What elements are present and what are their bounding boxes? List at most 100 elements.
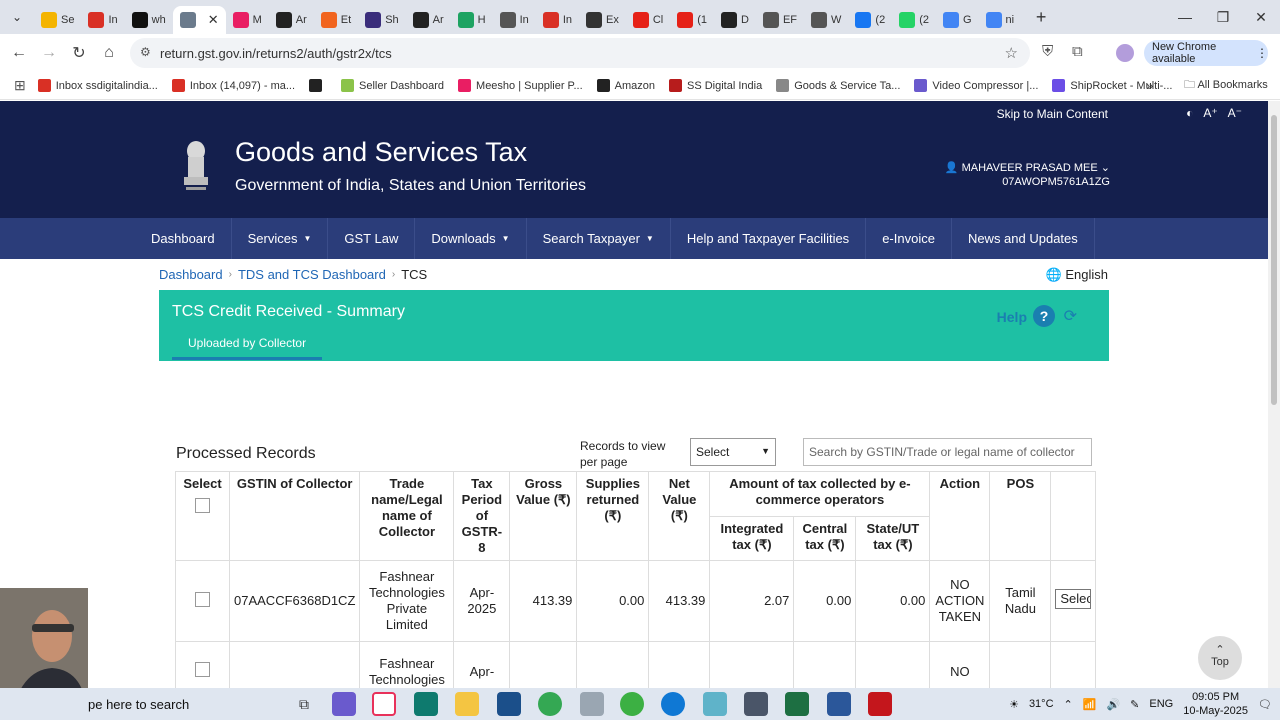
browser-tab[interactable]: Ar [406,6,451,34]
browser-tab[interactable]: (1 [670,6,714,34]
browser-tab[interactable]: H [451,6,493,34]
browser-tab[interactable]: wh [125,6,173,34]
bookmark-item[interactable]: Inbox (14,097) - ma... [171,79,295,92]
volume-icon[interactable]: 🔊 [1106,698,1120,711]
browser-tab[interactable]: ✕ [172,6,226,34]
user-menu[interactable]: 👤 MAHAVEER PRASAD MEE ⌄ 07AWOPM5761A1ZG [920,161,1110,189]
browser-tab[interactable]: Se [34,6,81,34]
app-icon-blue[interactable] [497,692,521,716]
font-increase-button[interactable]: A⁺ [1203,106,1217,120]
reload-button[interactable]: ↻ [64,38,94,68]
bookmark-item[interactable]: Amazon [596,79,655,92]
bookmark-item[interactable]: Inbox ssdigitalindia... [37,79,158,92]
edge-icon[interactable] [661,692,685,716]
back-to-top-button[interactable]: ⌃ Top [1198,636,1242,680]
browser-tab[interactable]: W [804,6,848,34]
collector-search-input[interactable]: Search by GSTIN/Trade or legal name of c… [803,438,1092,466]
row-action-select[interactable]: Select [1055,589,1092,609]
browser-tab[interactable]: In [493,6,536,34]
bookmark-item[interactable]: ShipRocket - Multi-... [1052,79,1172,92]
excel-icon[interactable] [785,692,809,716]
language-selector[interactable]: 🌐 English [1046,267,1108,283]
nav-item[interactable]: Dashboard [135,218,232,259]
help-question-icon[interactable]: ? [1033,305,1055,327]
quora-icon[interactable] [372,692,396,716]
skip-to-main-link[interactable]: Skip to Main Content [997,107,1108,121]
task-view-icon[interactable]: ⧉ [292,692,316,716]
new-tab-button[interactable]: + [1027,3,1055,31]
minimize-button[interactable]: — [1166,0,1204,34]
chrome-icon[interactable] [538,692,562,716]
extensions-puzzle-icon[interactable]: ⧉ [1072,43,1083,60]
nav-item[interactable]: Search Taxpayer ▼ [527,218,671,259]
input-language[interactable]: ENG [1149,698,1173,710]
file-explorer-icon[interactable] [455,692,479,716]
bookmark-item[interactable] [309,79,327,92]
close-window-button[interactable]: ✕ [1242,0,1280,34]
browser-tab[interactable]: EF [756,6,804,34]
refresh-icon[interactable]: ⟳ [1064,306,1077,326]
browser-tab[interactable]: In [81,6,124,34]
browser-tab[interactable]: (2 [848,6,892,34]
notifications-icon[interactable]: 🗨 [1258,698,1272,711]
weather-icon[interactable]: ☀ [1009,698,1019,711]
app-icon-cyan[interactable] [703,692,727,716]
tab-search-button[interactable]: ⌄ [0,0,34,34]
breadcrumb-tds-tcs-dashboard[interactable]: TDS and TCS Dashboard [238,267,386,282]
more-bookmarks-chevron-icon[interactable]: » [1146,78,1153,93]
kebab-menu-icon[interactable]: ⋮ [1256,46,1268,60]
snipping-tool-icon[interactable] [580,692,604,716]
browser-tab[interactable]: ni [979,6,1022,34]
apps-grid-icon[interactable]: ⊞ [14,77,26,94]
tray-chevron-up-icon[interactable]: ⌃ [1064,698,1073,711]
bookmark-item[interactable]: Goods & Service Ta... [776,79,900,92]
taskbar-search[interactable]: pe here to search [88,697,189,712]
browser-tab[interactable]: Ar [269,6,314,34]
url-input[interactable]: ⚙ return.gst.gov.in/returns2/auth/gstr2x… [130,38,1030,68]
select-all-checkbox[interactable] [195,498,210,513]
all-bookmarks-button[interactable]: 🗀 All Bookmarks [1184,76,1268,95]
new-chrome-available-button[interactable]: New Chrome available ⋮ [1144,40,1268,66]
network-icon[interactable]: 📶 [1083,698,1097,711]
word-icon[interactable] [827,692,851,716]
browser-tab[interactable]: G [936,6,979,34]
home-button[interactable]: ⌂ [94,38,124,68]
page-scrollbar[interactable] [1268,101,1280,688]
font-decrease-button[interactable]: A⁻ [1228,106,1242,120]
row-checkbox[interactable] [195,591,210,607]
site-info-icon[interactable]: ⚙ [140,45,151,59]
bookmark-item[interactable]: SS Digital India [669,79,762,92]
browser-tab[interactable]: Ex [579,6,626,34]
records-per-page-select[interactable]: Select ▼ [690,438,776,466]
app-icon-green[interactable] [620,692,644,716]
bookmark-item[interactable]: Video Compressor |... [914,79,1038,92]
browser-tab[interactable]: D [714,6,756,34]
nav-item[interactable]: Services ▼ [232,218,329,259]
shield-extension-icon[interactable]: ⛨ [1042,43,1053,60]
pen-icon[interactable]: ✎ [1130,698,1139,711]
copilot-icon[interactable] [332,692,356,716]
calculator-icon[interactable] [744,692,768,716]
nav-item[interactable]: Help and Taxpayer Facilities [671,218,867,259]
back-button[interactable]: ← [4,38,34,68]
app-icon-teal[interactable] [414,692,438,716]
scrollbar-thumb[interactable] [1271,115,1277,405]
nav-item[interactable]: GST Law [328,218,416,259]
bookmark-star-icon[interactable]: ☆ [1005,44,1018,62]
pdf-reader-icon[interactable] [868,692,892,716]
browser-tab[interactable]: Cl [626,6,670,34]
nav-item[interactable]: News and Updates [952,218,1095,259]
bookmark-item[interactable]: Meesho | Supplier P... [458,79,583,92]
help-link[interactable]: Help [997,309,1027,325]
nav-item[interactable]: e-Invoice [866,218,952,259]
temperature[interactable]: 31°C [1029,698,1054,710]
browser-tab[interactable]: (2 [892,6,936,34]
row-checkbox[interactable] [195,662,210,677]
tab-uploaded-by-collector[interactable]: Uploaded by Collector [172,336,323,360]
browser-tab[interactable]: In [536,6,579,34]
profile-avatar[interactable] [1116,44,1134,62]
maximize-button[interactable]: ❐ [1204,0,1242,34]
contrast-icon[interactable]: ◐ [1186,106,1193,120]
forward-button[interactable]: → [34,38,64,68]
breadcrumb-dashboard[interactable]: Dashboard [159,267,223,282]
